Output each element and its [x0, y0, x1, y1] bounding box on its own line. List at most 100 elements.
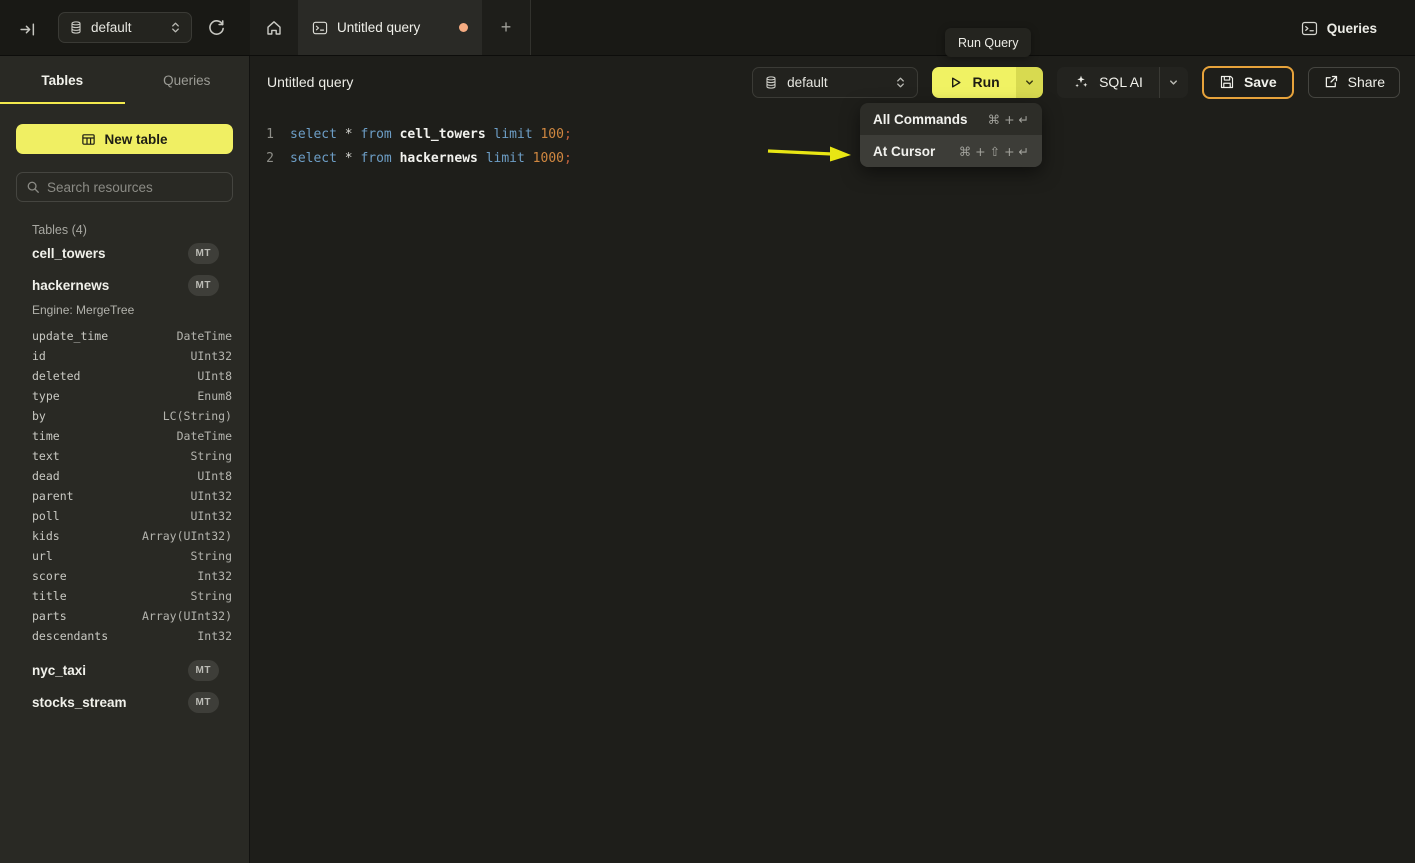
column-type: Array(UInt32)	[142, 529, 232, 543]
database-selector-topbar[interactable]: default	[58, 12, 192, 43]
column-type: UInt8	[197, 469, 232, 483]
code-token: cell_towers	[400, 127, 486, 142]
search-resources-input[interactable]	[47, 180, 223, 195]
table-name: hackernews	[32, 278, 109, 293]
tab-strip: Untitled query +	[250, 0, 531, 55]
column-row[interactable]: textString	[0, 446, 249, 466]
home-tab-button[interactable]	[250, 0, 298, 55]
collapse-sidebar-button[interactable]	[14, 16, 40, 42]
sql-ai-split-button: SQL AI	[1057, 67, 1188, 98]
save-button[interactable]: Save	[1202, 66, 1294, 99]
new-tab-button[interactable]: +	[482, 0, 530, 55]
chevron-down-icon	[1024, 77, 1035, 88]
engine-badge: MT	[188, 660, 219, 681]
column-type: Array(UInt32)	[142, 609, 232, 623]
column-name: parts	[32, 609, 67, 623]
column-row[interactable]: id UInt32	[0, 346, 249, 366]
run-label: Run	[972, 74, 999, 90]
column-name: update_time	[32, 329, 108, 343]
new-table-button[interactable]: New table	[16, 124, 233, 154]
column-type: String	[190, 549, 232, 563]
column-name: deleted	[32, 369, 80, 383]
terminal-icon	[1301, 20, 1318, 37]
queries-panel-button[interactable]: Queries	[1301, 14, 1377, 42]
database-selector-toolbar[interactable]: default	[752, 67, 918, 98]
run-button[interactable]: Run	[932, 67, 1016, 98]
table-name: stocks_stream	[32, 695, 127, 710]
home-icon	[265, 19, 283, 37]
engine-badge: MT	[188, 692, 219, 713]
chevron-updown-icon	[895, 76, 906, 89]
column-row[interactable]: pollUInt32	[0, 506, 249, 526]
column-row[interactable]: byLC(String)	[0, 406, 249, 426]
column-row[interactable]: descendantsInt32	[0, 626, 249, 646]
chevron-updown-icon	[170, 21, 181, 34]
code-token: from	[360, 127, 399, 142]
refresh-button[interactable]	[203, 15, 229, 41]
engine-info: Engine: MergeTree	[32, 303, 249, 317]
table-row-stocks-stream[interactable]: stocks_stream MT	[0, 686, 249, 718]
column-name: time	[32, 429, 60, 443]
code-token: from	[360, 151, 399, 166]
column-type: UInt8	[197, 369, 232, 383]
database-selector-value: default	[787, 75, 886, 90]
table-row-cell-towers[interactable]: cell_towers MT	[0, 237, 249, 269]
column-row[interactable]: deleted UInt8	[0, 366, 249, 386]
share-button[interactable]: Share	[1308, 67, 1400, 98]
floppy-save-icon	[1219, 74, 1235, 90]
run-options-button[interactable]	[1016, 67, 1043, 98]
code-token: 100	[540, 127, 563, 142]
terminal-icon	[312, 20, 328, 36]
column-type: Enum8	[197, 389, 232, 403]
code-token	[486, 127, 494, 142]
column-row[interactable]: dead UInt8	[0, 466, 249, 486]
column-name: title	[32, 589, 67, 603]
column-row[interactable]: title String	[0, 586, 249, 606]
column-type: UInt32	[190, 349, 232, 363]
menu-item-all-commands[interactable]: All Commands ⌘ + ↵	[860, 103, 1042, 135]
code-token: select	[290, 151, 345, 166]
column-type: String	[190, 589, 232, 603]
menu-item-at-cursor[interactable]: At Cursor ⌘ + ⇧ + ↵	[860, 135, 1042, 167]
share-label: Share	[1348, 74, 1385, 90]
search-resources-box	[16, 172, 233, 202]
play-icon	[948, 75, 963, 90]
column-row[interactable]: kids Array(UInt32)	[0, 526, 249, 546]
code-token: limit	[486, 151, 533, 166]
sidebar-tab-tables[interactable]: Tables	[0, 56, 125, 104]
menu-item-shortcut: ⌘ + ↵	[988, 112, 1029, 127]
toolbar-actions: default Run	[752, 66, 1400, 99]
code-token: ;	[564, 151, 572, 166]
column-row[interactable]: update_timeDateTime	[0, 326, 249, 346]
column-name: id	[32, 349, 46, 363]
column-row[interactable]: timeDateTime	[0, 426, 249, 446]
column-type: UInt32	[190, 489, 232, 503]
column-name: score	[32, 569, 67, 583]
column-row[interactable]: parentUInt32	[0, 486, 249, 506]
sql-ai-button[interactable]: SQL AI	[1057, 67, 1159, 98]
tooltip-label: Run Query	[958, 36, 1018, 50]
sidebar-tabs: Tables Queries	[0, 56, 249, 104]
column-row[interactable]: parts Array(UInt32)	[0, 606, 249, 626]
table-row-hackernews[interactable]: hackernews MT	[0, 269, 249, 301]
query-toolbar: Untitled query default Run	[250, 56, 1415, 108]
column-name: poll	[32, 509, 60, 523]
top-bar: default Untitled query + Queries	[0, 0, 1415, 56]
column-row[interactable]: typeEnum8	[0, 386, 249, 406]
column-row[interactable]: score Int32	[0, 566, 249, 586]
sql-ai-options-button[interactable]	[1159, 67, 1188, 98]
column-type: Int32	[197, 569, 232, 583]
database-icon	[764, 75, 778, 90]
column-row[interactable]: urlString	[0, 546, 249, 566]
column-name: dead	[32, 469, 60, 483]
table-row-nyc-taxi[interactable]: nyc_taxi MT	[0, 654, 249, 686]
sidebar-tab-queries[interactable]: Queries	[125, 56, 250, 104]
column-name: kids	[32, 529, 60, 543]
code-token: ;	[564, 127, 572, 142]
sparkles-icon	[1073, 74, 1089, 90]
code-token: 1000	[533, 151, 564, 166]
main-area: Untitled query default Run	[250, 56, 1415, 863]
column-name: by	[32, 409, 46, 423]
tab-untitled-query[interactable]: Untitled query	[298, 0, 482, 55]
database-selector-value: default	[91, 20, 162, 35]
